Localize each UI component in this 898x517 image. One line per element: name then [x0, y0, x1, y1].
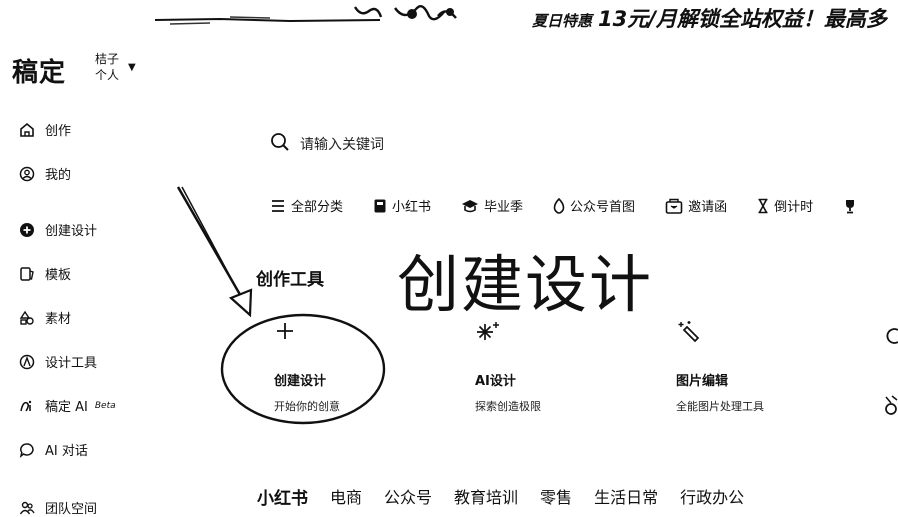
team-icon — [18, 499, 36, 517]
tool-name: 图片编辑 — [676, 374, 729, 389]
annotation-big-title: 创建设计 — [397, 248, 654, 321]
sidebar-item-label: AI 对话 — [45, 444, 88, 459]
magic-wand-icon — [676, 320, 826, 346]
tool-more-icon[interactable] — [884, 394, 898, 420]
category-label: 倒计时 — [774, 200, 814, 215]
tool-desc: 开始你的创意 — [274, 400, 340, 413]
tab-education[interactable]: 教育培训 — [454, 484, 518, 509]
search-input[interactable]: 请输入关键词 — [300, 134, 384, 154]
scene-tabs: 小红书 电商 公众号 教育培训 零售 生活日常 行政办公 — [257, 484, 766, 509]
design-tool-icon — [18, 353, 36, 371]
sidebar-item-label: 团队空间 — [45, 502, 98, 517]
tool-card-image-edit[interactable]: 图片编辑 全能图片处理工具 — [676, 320, 826, 414]
tab-xiaohongshu[interactable]: 小红书 — [257, 484, 308, 509]
hourglass-icon — [757, 198, 769, 214]
tab-retail[interactable]: 零售 — [540, 484, 572, 509]
sidebar-item-label: 创建设计 — [45, 224, 98, 239]
sidebar-item-materials[interactable]: 素材 — [18, 308, 71, 327]
tool-desc: 探索创造极限 — [475, 400, 541, 413]
promo-text: 夏日特惠 13元/月解锁全站权益！最高多 — [532, 3, 887, 33]
account-switcher[interactable]: 桔子 个人 — [95, 51, 119, 83]
banner-decoration — [154, 5, 457, 25]
sparkle-icon — [475, 320, 625, 346]
tool-desc: 全能图片处理工具 — [676, 400, 764, 413]
account-name: 桔子 — [95, 52, 120, 66]
chat-icon — [18, 441, 36, 459]
sidebar-item-label: 设计工具 — [45, 356, 98, 371]
sidebar-item-label: 创作 — [45, 124, 72, 139]
brand-logo[interactable]: 稿定 — [12, 52, 66, 89]
trophy-icon — [843, 198, 857, 214]
category-more[interactable] — [843, 196, 862, 215]
sidebar-item-label: 稿定 AI — [45, 400, 88, 415]
tab-daily-life[interactable]: 生活日常 — [594, 484, 658, 509]
category-label: 公众号首图 — [570, 200, 636, 215]
tool-card-ai-design[interactable]: AI设计 探索创造极限 — [475, 320, 625, 414]
tab-ecommerce[interactable]: 电商 — [330, 484, 362, 509]
refresh-icon[interactable] — [884, 326, 898, 350]
sidebar-item-label: 我的 — [45, 168, 72, 183]
caret-down-icon[interactable]: ▼ — [128, 62, 136, 73]
category-graduation[interactable]: 毕业季 — [461, 196, 523, 215]
tool-card-create-design[interactable]: 创建设计 开始你的创意 — [274, 320, 424, 414]
search-icon — [270, 132, 290, 156]
category-all[interactable]: 全部分类 — [270, 196, 343, 215]
sidebar-item-mine[interactable]: 我的 — [18, 164, 71, 183]
category-label: 小红书 — [392, 200, 432, 215]
category-label: 邀请函 — [688, 200, 728, 215]
user-icon — [18, 165, 36, 183]
section-title-tools: 创作工具 — [256, 270, 324, 290]
category-label: 毕业季 — [484, 200, 524, 215]
sidebar-item-label: 模板 — [45, 268, 72, 283]
ai-icon — [18, 397, 36, 415]
tab-office[interactable]: 行政办公 — [680, 484, 744, 509]
promo-banner[interactable]: 夏日特惠 13元/月解锁全站权益！最高多 — [0, 0, 898, 34]
category-bar: 全部分类 小红书 毕业季 公众号首图 邀请函 倒计时 — [270, 196, 892, 215]
category-xiaohongshu[interactable]: 小红书 — [373, 196, 431, 215]
invitation-icon — [665, 198, 683, 214]
book-icon — [373, 198, 387, 214]
tool-name: 创建设计 — [274, 374, 327, 389]
home-icon — [18, 121, 36, 139]
beta-badge: Beta — [94, 400, 116, 411]
tab-wechat[interactable]: 公众号 — [384, 484, 432, 509]
account-type: 个人 — [95, 68, 120, 82]
sidebar-item-label: 素材 — [45, 312, 72, 327]
sidebar-item-team-space[interactable]: 团队空间 — [18, 498, 97, 517]
category-label: 全部分类 — [291, 200, 344, 215]
graduation-cap-icon — [461, 199, 479, 213]
material-icon — [18, 309, 36, 327]
template-icon — [18, 265, 36, 283]
plus-circle-icon — [18, 221, 36, 239]
tool-name: AI设计 — [475, 374, 516, 389]
search-box[interactable]: 请输入关键词 — [270, 132, 384, 156]
category-invitation[interactable]: 邀请函 — [665, 196, 727, 215]
sidebar-item-gaoding-ai[interactable]: 稿定 AI Beta — [18, 396, 116, 415]
sidebar-item-create[interactable]: 创作 — [18, 120, 71, 139]
category-countdown[interactable]: 倒计时 — [757, 196, 813, 215]
sidebar-item-create-design[interactable]: 创建设计 — [18, 220, 97, 239]
plus-icon — [274, 320, 424, 346]
sidebar-item-ai-chat[interactable]: AI 对话 — [18, 440, 88, 459]
sidebar-item-templates[interactable]: 模板 — [18, 264, 71, 283]
category-wechat-cover[interactable]: 公众号首图 — [553, 196, 635, 215]
promo-main-text: 13元/月解锁全站权益！最高多 — [598, 7, 887, 31]
promo-tag: 夏日特惠 — [532, 12, 593, 30]
sidebar-item-design-tools[interactable]: 设计工具 — [18, 352, 97, 371]
flame-icon — [553, 197, 565, 214]
menu-icon — [270, 199, 286, 213]
